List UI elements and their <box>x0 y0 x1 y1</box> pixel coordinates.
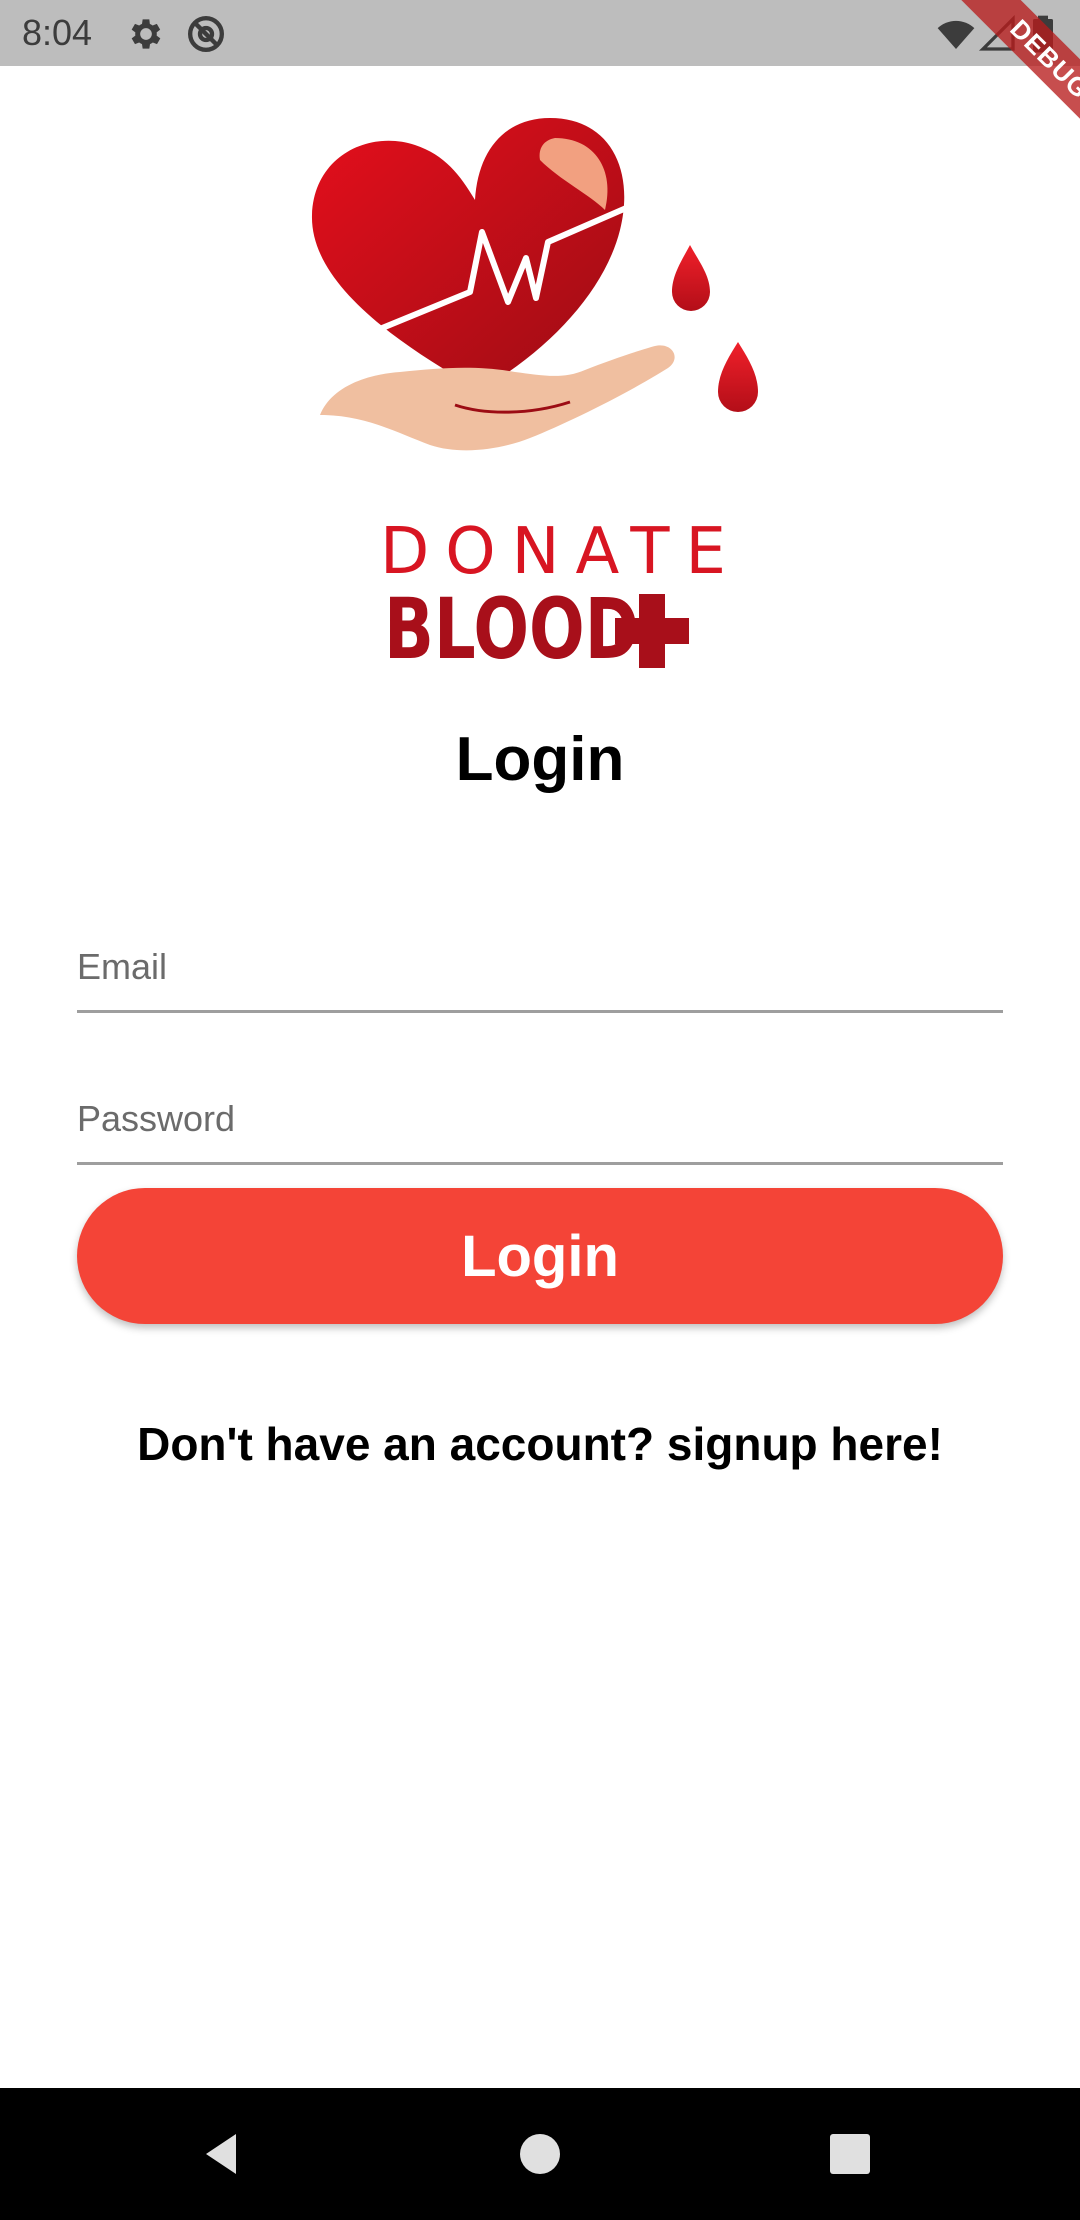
heart-in-hand-icon <box>311 118 758 451</box>
blood-drop-icon <box>718 342 758 412</box>
signal-icon <box>978 14 1015 51</box>
nav-bar <box>0 2088 1080 2220</box>
login-button[interactable]: Login <box>77 1188 1003 1324</box>
status-time: 8:04 <box>22 12 93 53</box>
gear-icon <box>131 19 161 49</box>
recents-square-icon[interactable] <box>818 2122 882 2186</box>
wifi-icon <box>937 20 975 49</box>
back-triangle-icon[interactable] <box>192 2122 256 2186</box>
signup-link[interactable]: Don't have an account? signup here! <box>0 1414 1080 1474</box>
password-input[interactable] <box>77 1084 1003 1154</box>
email-input[interactable] <box>77 932 1003 1002</box>
status-bar: 8:04 DEBUG <box>0 0 1080 166</box>
battery-icon <box>1033 15 1053 53</box>
page-title: Login <box>455 725 625 794</box>
login-screen: 8:04 DEBUG DONATE BLOOD Login Email Logi… <box>0 0 1080 2220</box>
logo-word-donate: DONATE <box>380 515 742 589</box>
email-field[interactable] <box>77 910 1003 1013</box>
password-field[interactable] <box>77 1062 1003 1165</box>
home-circle-icon[interactable] <box>508 2122 572 2186</box>
logo-word-blood: BLOOD <box>384 580 640 678</box>
at-sign-icon <box>188 16 224 52</box>
blood-drop-icon <box>672 245 710 311</box>
medical-cross-icon <box>615 594 689 668</box>
